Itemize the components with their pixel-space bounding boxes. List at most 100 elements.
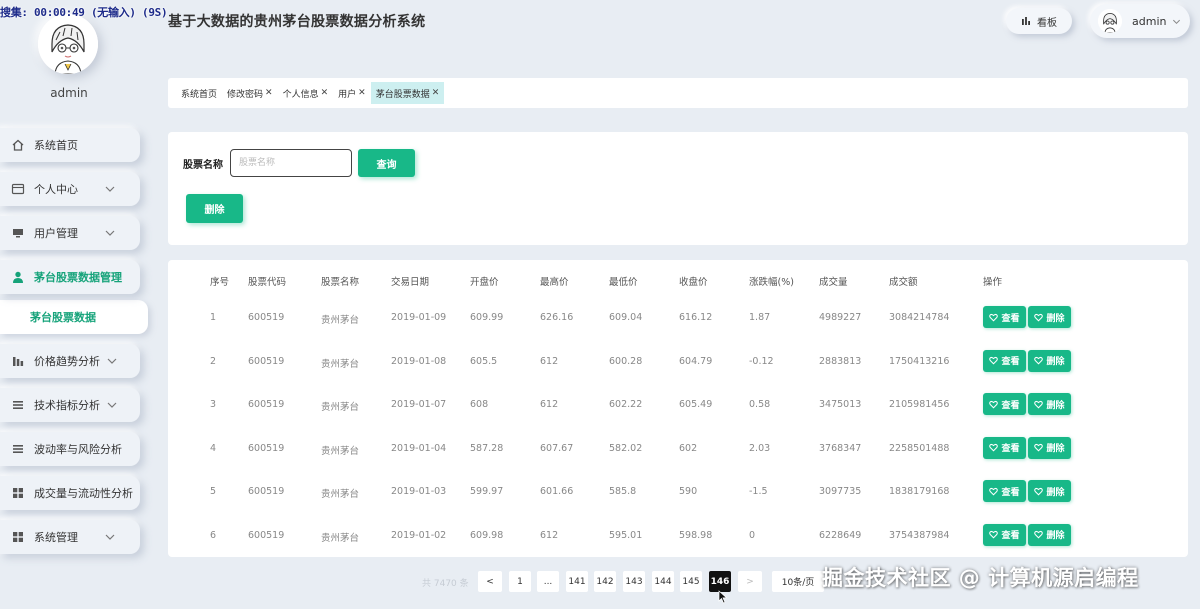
avatar	[1098, 9, 1122, 33]
close-icon[interactable]: ✕	[358, 88, 366, 98]
tab-home[interactable]: 系统首页	[176, 82, 222, 104]
delete-button[interactable]: 删除	[1028, 436, 1071, 459]
cell-date: 2019-01-02	[391, 529, 447, 541]
page-button-142[interactable]: 142	[594, 571, 616, 592]
tab-personal-info[interactable]: 个人信息 ✕	[278, 82, 334, 104]
cell-change: -1.5	[749, 486, 768, 497]
delete-button[interactable]: 删除	[1028, 306, 1071, 328]
column-header-name: 股票名称	[321, 277, 360, 288]
avatar[interactable]	[38, 14, 98, 74]
page-button-145[interactable]: 145	[680, 571, 702, 592]
delete-button[interactable]: 删除	[1028, 393, 1071, 415]
view-button[interactable]: 查看	[983, 523, 1026, 546]
page-button-141[interactable]: 141	[566, 571, 588, 592]
cell-open: 609.98	[470, 529, 504, 541]
heart-icon	[1034, 400, 1044, 408]
cell-close: 604.79	[679, 355, 713, 367]
column-header-close: 收盘价	[679, 277, 708, 288]
sidebar-item-user-management[interactable]: 用户管理	[0, 216, 140, 250]
sidebar-item-volatility-risk[interactable]: 波动率与风险分析	[0, 432, 140, 466]
page-size-select[interactable]: 10条/页	[772, 571, 824, 592]
id-card-icon	[10, 181, 26, 197]
cell-amount: 1750413216	[889, 355, 950, 367]
next-page-button[interactable]: >	[738, 571, 762, 592]
sidebar-item-label: 价格趋势分析	[34, 355, 100, 368]
cell-volume: 2883813	[819, 355, 862, 367]
delete-button[interactable]: 删除	[1028, 480, 1071, 502]
stock-name-label: 股票名称	[183, 160, 223, 171]
cell-change: 2.03	[749, 442, 771, 454]
sidebar-item-label: 波动率与风险分析	[34, 443, 122, 456]
chevron-down-icon	[1173, 19, 1181, 24]
user-menu[interactable]: admin	[1090, 4, 1190, 38]
sidebar-item-volume-liquidity[interactable]: 成交量与流动性分析	[0, 476, 140, 510]
stock-data-table: 序号 股票代码 股票名称 交易日期 开盘价 最高价 最低价 收盘价 涨跌幅(%) 成交量 成交额 操作…	[168, 260, 1188, 557]
tab-bar: 系统首页 修改密码 ✕ 个人信息 ✕ 用户 ✕ 茅台股票数据 ✕	[168, 78, 1188, 108]
query-button[interactable]: 查询	[358, 149, 415, 177]
delete-button-label: 删除	[1046, 357, 1065, 367]
monitor-icon	[10, 225, 26, 241]
stock-name-input[interactable]	[230, 149, 352, 177]
cell-date: 2019-01-09	[391, 312, 447, 323]
sidebar-item-system-management[interactable]: 系统管理	[0, 520, 140, 554]
sidebar-item-label: 成交量与流动性分析	[34, 487, 133, 500]
close-icon[interactable]: ✕	[265, 88, 273, 98]
page-button-146[interactable]: 146	[709, 571, 731, 592]
chevron-down-icon	[105, 230, 115, 236]
tab-change-password[interactable]: 修改密码 ✕	[222, 82, 278, 104]
bar-chart-icon	[10, 353, 26, 369]
app-title: 基于大数据的贵州茅台股票数据分析系统	[168, 14, 426, 30]
view-button[interactable]: 查看	[983, 436, 1026, 459]
cell-low: 582.02	[609, 442, 643, 454]
cell-name: 贵州茅台	[321, 532, 360, 544]
sidebar-item-personal-center[interactable]: 个人中心	[0, 172, 140, 206]
sidebar-item-technical-indicators[interactable]: 技术指标分析	[0, 388, 140, 422]
cell-code: 600519	[248, 399, 285, 410]
sidebar-item-stock-data-management[interactable]: 茅台股票数据管理	[0, 260, 140, 294]
chevron-down-icon	[107, 358, 117, 364]
view-button[interactable]: 查看	[983, 306, 1026, 328]
cell-code: 600519	[248, 486, 285, 497]
cell-amount: 1838179168	[889, 486, 950, 497]
view-button[interactable]: 查看	[983, 349, 1026, 372]
view-button[interactable]: 查看	[983, 393, 1026, 415]
sidebar-menu: 系统首页 个人中心 用户管理 茅台股票数据管理 茅台股票数据 价格趋势分析 技术…	[0, 128, 150, 564]
recording-timer: 搜集: 00:00:49 (无输入) (9S)	[0, 6, 168, 19]
cell-seq: 3	[210, 399, 217, 410]
page-ellipsis[interactable]: ...	[537, 571, 559, 592]
dashboard-button[interactable]: 看板	[1006, 8, 1072, 34]
sidebar-item-label: 系统首页	[34, 139, 78, 152]
chevron-down-icon	[107, 402, 117, 408]
close-icon[interactable]: ✕	[321, 88, 329, 98]
cell-high: 612	[540, 529, 559, 541]
delete-button-label: 删除	[1046, 313, 1065, 324]
heart-icon	[989, 313, 999, 321]
column-header-change: 涨跌幅(%)	[749, 277, 794, 288]
view-button[interactable]: 查看	[983, 480, 1026, 502]
cell-volume: 3768347	[819, 442, 862, 454]
dashboard-button-label: 看板	[1037, 17, 1057, 29]
page-button-1[interactable]: 1	[509, 571, 531, 592]
page-button-144[interactable]: 144	[652, 571, 674, 592]
tab-label: 个人信息	[282, 89, 319, 100]
cell-volume: 3097735	[819, 486, 862, 497]
cell-name: 贵州茅台	[321, 445, 360, 457]
page-button-143[interactable]: 143	[623, 571, 645, 592]
sidebar-item-home[interactable]: 系统首页	[0, 128, 140, 162]
cell-change: 0	[749, 529, 756, 541]
tab-stock-data[interactable]: 茅台股票数据 ✕	[370, 82, 445, 104]
sidebar-item-price-trend[interactable]: 价格趋势分析	[0, 344, 140, 378]
cell-open: 587.28	[470, 442, 504, 454]
cell-close: 598.98	[679, 529, 713, 541]
prev-page-button[interactable]: <	[478, 571, 502, 592]
cell-low: 609.04	[609, 312, 643, 323]
batch-delete-button[interactable]: 删除	[186, 194, 243, 223]
close-icon[interactable]: ✕	[432, 88, 440, 98]
tab-user[interactable]: 用户 ✕	[333, 82, 371, 104]
avatar-illustration	[38, 14, 98, 74]
heart-icon	[1034, 487, 1044, 495]
cell-low: 600.28	[609, 355, 643, 367]
delete-button[interactable]: 删除	[1028, 349, 1071, 372]
delete-button[interactable]: 删除	[1028, 523, 1071, 546]
submenu-item-stock-data[interactable]: 茅台股票数据	[0, 300, 148, 334]
